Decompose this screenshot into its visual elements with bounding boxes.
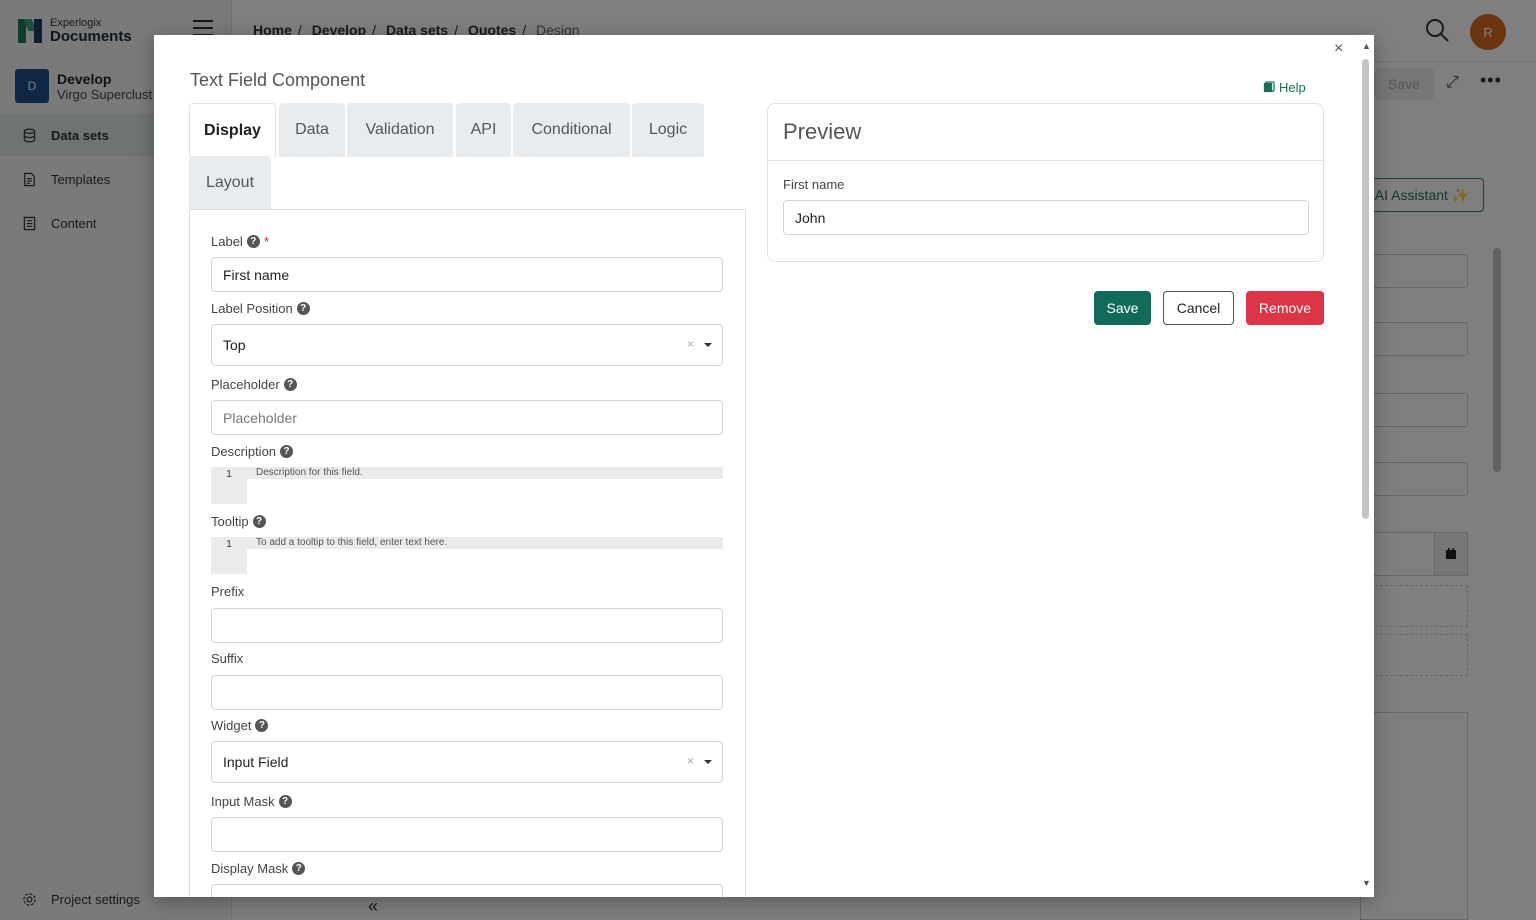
remove-button[interactable]: Remove	[1246, 291, 1324, 325]
line-number: 1	[211, 467, 247, 504]
prefix-input[interactable]	[211, 608, 723, 643]
display-mask-input[interactable]	[211, 884, 723, 897]
input-mask-label: Input Mask ?	[211, 794, 292, 809]
widget-select[interactable]: Input Field ×	[211, 741, 723, 783]
question-icon[interactable]: ?	[252, 515, 266, 528]
preview-first-name-input[interactable]: John	[783, 200, 1309, 235]
placeholder-input[interactable]: Placeholder	[211, 400, 723, 435]
modal-scrollbar-thumb[interactable]	[1362, 59, 1369, 519]
scroll-down-icon[interactable]: ▼	[1362, 878, 1371, 888]
text-field-component-dialog: × Text Field Component Help Display Data…	[154, 35, 1374, 897]
help-label: Help	[1279, 80, 1306, 95]
question-icon[interactable]: ?	[255, 719, 269, 732]
label-text: Input Mask	[211, 794, 275, 809]
label-text: Widget	[211, 718, 252, 733]
label-input[interactable]: First name	[211, 257, 723, 292]
label-text: Suffix	[211, 651, 244, 666]
dialog-title: Text Field Component	[190, 70, 366, 90]
placeholder-label: Placeholder ?	[211, 377, 297, 392]
tab-data[interactable]: Data	[279, 103, 345, 157]
tab-layout[interactable]: Layout	[189, 156, 271, 210]
help-link[interactable]: Help	[1262, 80, 1306, 95]
scroll-up-icon[interactable]: ▲	[1362, 41, 1371, 51]
tab-logic[interactable]: Logic	[632, 103, 704, 157]
prefix-label: Prefix	[211, 584, 244, 599]
question-icon[interactable]: ?	[296, 302, 310, 315]
label-text: Tooltip	[211, 514, 249, 529]
question-icon[interactable]: ?	[283, 378, 297, 391]
question-icon[interactable]: ?	[246, 235, 260, 248]
book-icon	[1263, 81, 1275, 93]
label-text: Description	[211, 444, 277, 459]
input-mask-input[interactable]	[211, 817, 723, 852]
tab-validation[interactable]: Validation	[347, 103, 453, 157]
description-hint: Description for this field.	[247, 467, 723, 479]
save-button[interactable]: Save	[1094, 291, 1151, 325]
tooltip-editor[interactable]: 1 To add a tooltip to this field, enter …	[211, 537, 723, 574]
label-position-select[interactable]: Top ×	[211, 324, 723, 366]
tooltip-label: Tooltip ?	[211, 514, 266, 529]
suffix-label: Suffix	[211, 651, 243, 666]
label-text: Prefix	[211, 584, 245, 599]
preview-panel: Preview First name John	[767, 103, 1324, 262]
select-value: Input Field	[223, 754, 289, 770]
suffix-input[interactable]	[211, 675, 723, 710]
description-label: Description ?	[211, 444, 294, 459]
required-asterisk: *	[263, 234, 269, 249]
label-position-label: Label Position ?	[211, 301, 310, 316]
label-field-label: Label ? *	[211, 234, 269, 249]
clear-icon[interactable]: ×	[687, 337, 694, 351]
caret-down-icon[interactable]	[704, 760, 712, 764]
label-text: Label Position	[211, 301, 293, 316]
clear-icon[interactable]: ×	[687, 754, 694, 768]
cancel-button[interactable]: Cancel	[1163, 291, 1234, 325]
preview-divider	[768, 160, 1323, 161]
select-value: Top	[223, 337, 246, 353]
preview-title: Preview	[783, 119, 862, 144]
preview-field-label: First name	[783, 177, 845, 192]
caret-down-icon[interactable]	[704, 343, 712, 347]
widget-label: Widget ?	[211, 718, 269, 733]
tooltip-hint: To add a tooltip to this field, enter te…	[247, 537, 723, 549]
display-mask-label: Display Mask ?	[211, 861, 306, 876]
label-text: Display Mask	[211, 861, 289, 876]
close-icon[interactable]: ×	[1334, 40, 1343, 58]
description-editor[interactable]: 1 Description for this field.	[211, 467, 723, 504]
question-icon[interactable]: ?	[292, 862, 306, 875]
line-number: 1	[211, 537, 247, 574]
tab-display[interactable]: Display	[189, 103, 276, 157]
label-text: Placeholder	[211, 377, 280, 392]
tab-api[interactable]: API	[456, 103, 511, 157]
tab-conditional[interactable]: Conditional	[513, 103, 630, 157]
label-text: Label	[211, 234, 243, 249]
question-icon[interactable]: ?	[278, 795, 292, 808]
question-icon[interactable]: ?	[280, 445, 294, 458]
